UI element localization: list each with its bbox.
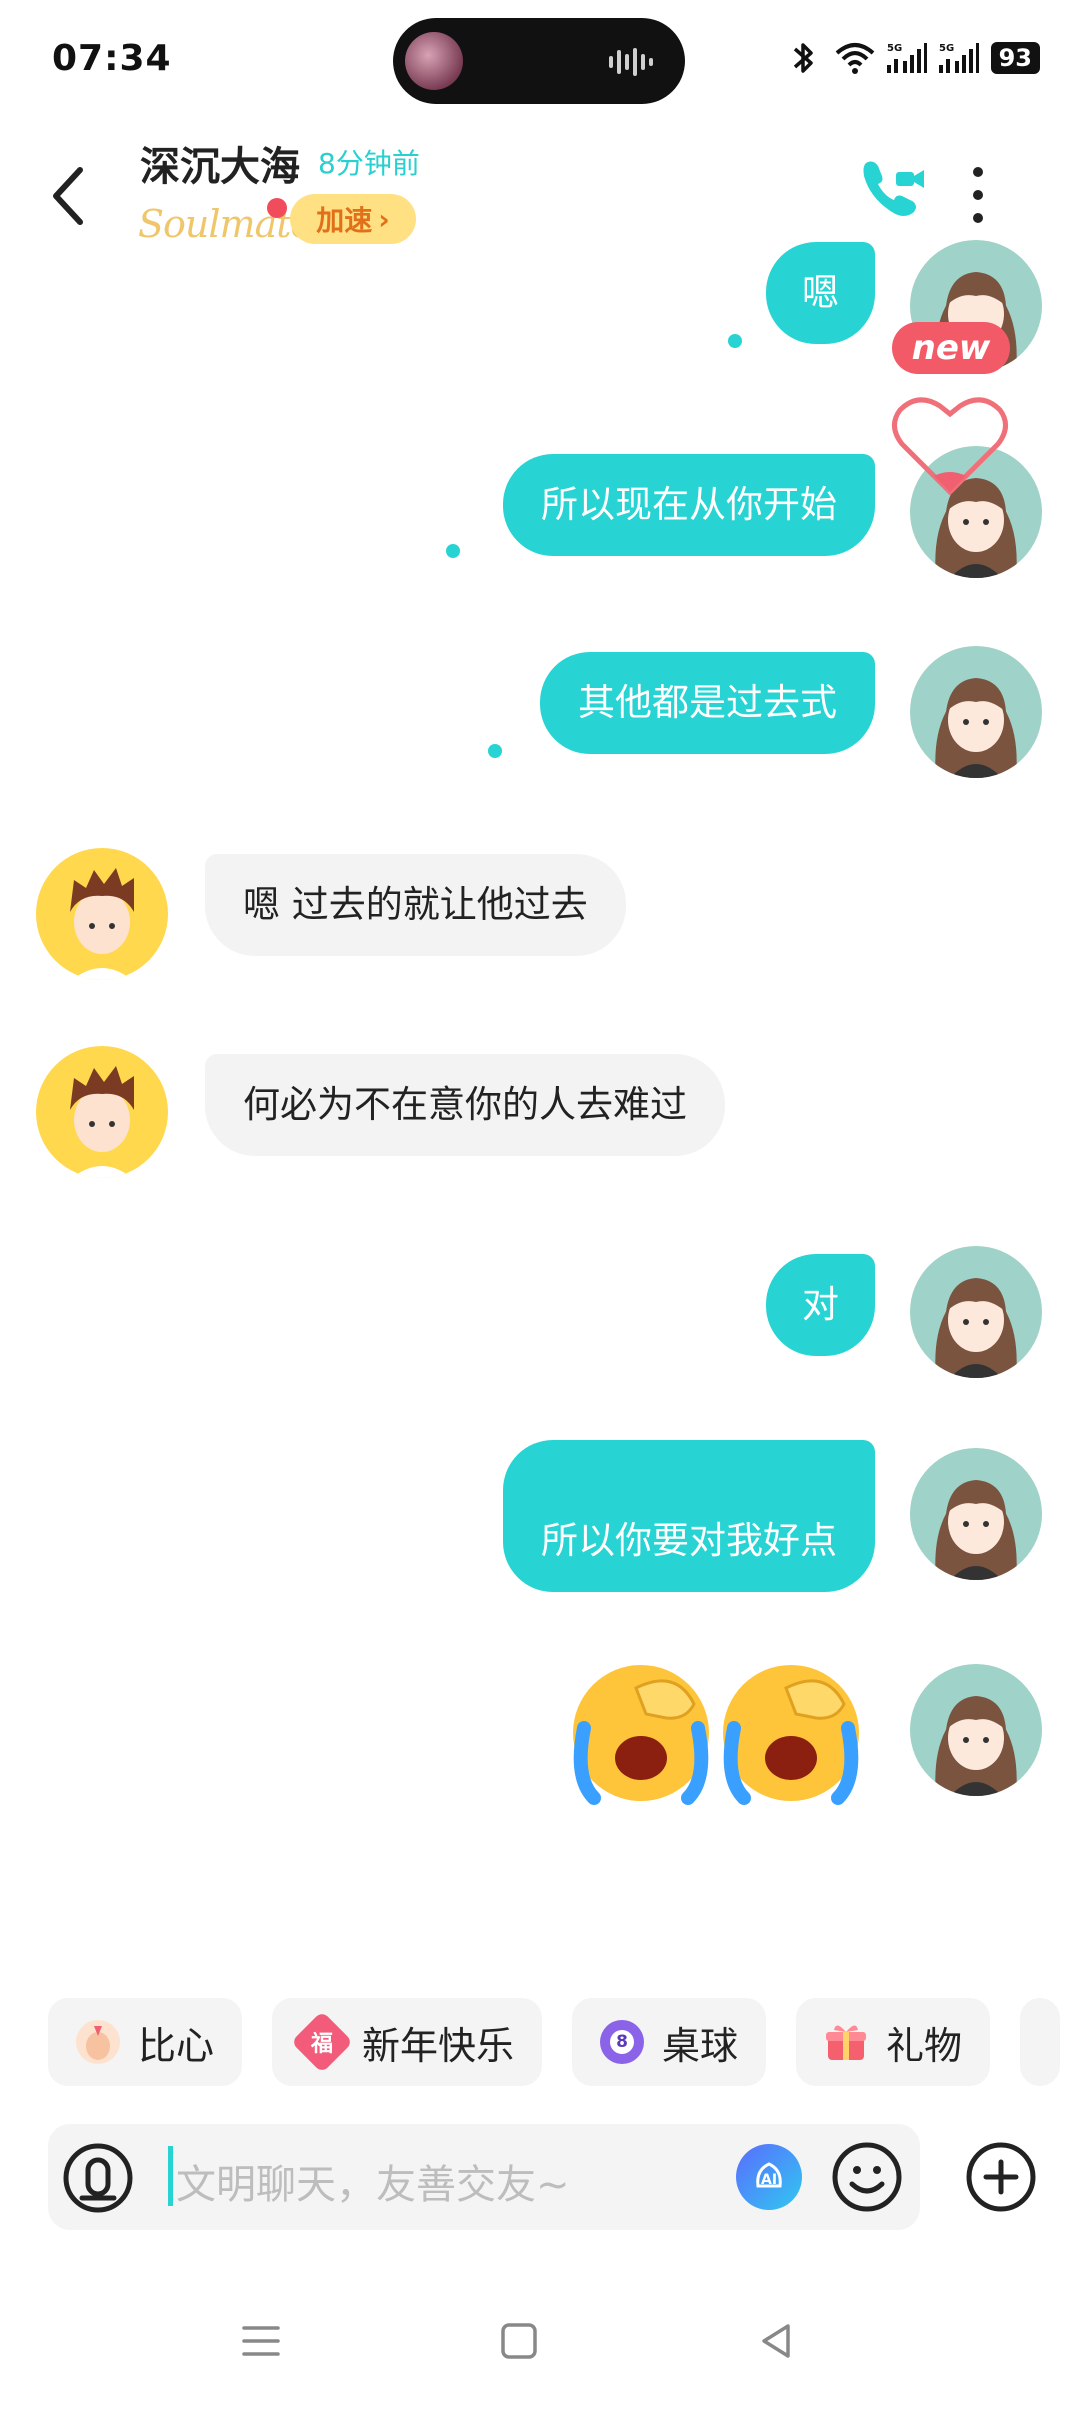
svg-text:5G: 5G — [939, 43, 954, 54]
svg-text:AI: AI — [761, 2172, 777, 2188]
quick-action-more[interactable] — [1020, 1998, 1061, 2086]
back-arrow-icon[interactable] — [44, 160, 96, 232]
message-input-box: 文明聊天，友善交友~ AI — [48, 2124, 920, 2230]
contact-avatar[interactable] — [36, 848, 168, 980]
chat-header: 深沉大海 8分钟前 Soulmate 加速 › — [0, 120, 1080, 270]
quick-action-finger-heart[interactable]: 比心 — [48, 1998, 243, 2086]
girl-avatar-icon — [935, 678, 1017, 778]
notification-dot — [267, 198, 287, 218]
finger-heart-icon — [76, 2020, 120, 2064]
video-call-icon[interactable] — [856, 154, 928, 226]
message-bubble[interactable]: 所以你要对我好点 — [503, 1440, 875, 1592]
add-attachment-icon[interactable] — [964, 2140, 1038, 2214]
bubble-tail — [446, 544, 460, 558]
speed-up-label: 加速 — [316, 204, 373, 237]
island-album-art — [405, 32, 463, 90]
message-row: 对 — [0, 1240, 1080, 1380]
quick-action-label: 礼物 — [886, 2023, 963, 2068]
quick-action-label: 新年快乐 — [362, 2023, 515, 2068]
contact-name[interactable]: 深沉大海 — [140, 134, 300, 192]
my-avatar[interactable] — [910, 646, 1042, 778]
bubble-tail — [488, 744, 502, 758]
message-row — [0, 1650, 1080, 1810]
message-row: 所以你要对我好点 — [0, 1440, 1080, 1600]
message-bubble[interactable]: 其他都是过去式 — [540, 652, 875, 754]
signal-icon: 5G — [886, 43, 927, 73]
new-badge: new — [892, 322, 1010, 374]
my-avatar[interactable] — [910, 1664, 1042, 1796]
girl-avatar-icon — [935, 1480, 1017, 1580]
message-row: 嗯 过去的就让他过去 — [0, 842, 1080, 982]
girl-avatar-icon — [935, 1696, 1017, 1796]
ai-assistant-icon[interactable]: AI — [734, 2142, 804, 2212]
message-bubble[interactable]: 所以现在从你开始 — [503, 454, 875, 556]
message-input[interactable]: 文明聊天，友善交友~ — [176, 2152, 570, 2210]
svg-text:5G: 5G — [887, 43, 902, 54]
my-avatar[interactable] — [910, 1246, 1042, 1378]
bubble-tail — [728, 334, 742, 348]
more-options-icon[interactable] — [960, 160, 996, 230]
contact-avatar[interactable] — [36, 1046, 168, 1178]
back-icon[interactable] — [752, 2316, 802, 2366]
heart-icon — [892, 397, 1008, 496]
bluetooth-icon — [793, 43, 813, 73]
my-avatar[interactable] — [910, 1448, 1042, 1580]
menu-icon[interactable] — [236, 2316, 286, 2366]
boy-avatar-icon — [70, 1066, 134, 1178]
message-row: 何必为不在意你的人去难过 — [0, 1040, 1080, 1180]
audio-wave-icon — [609, 48, 653, 76]
quick-action-label: 比心 — [138, 2023, 215, 2068]
quick-actions-bar: 比心 福 新年快乐 8 桌球 礼物 — [48, 1998, 1080, 2086]
message-bubble[interactable]: 对 — [766, 1254, 875, 1356]
boy-avatar-icon — [70, 868, 134, 980]
message-bubble[interactable]: 嗯 — [766, 242, 875, 344]
crying-face-icon[interactable] — [716, 1658, 866, 1808]
status-bar: 07:34 5G 5G 93 — [0, 0, 1080, 120]
battery-icon: 93 — [990, 42, 1040, 74]
chevron-right-icon: › — [378, 202, 390, 236]
message-row: 其他都是过去式 — [0, 640, 1080, 780]
speed-up-button[interactable]: 加速 › — [290, 194, 416, 244]
quick-action-label: 桌球 — [662, 2023, 739, 2068]
message-bubble[interactable]: 何必为不在意你的人去难过 — [205, 1054, 725, 1156]
status-time: 07:34 — [52, 38, 172, 79]
system-nav-bar — [0, 2290, 1080, 2412]
billiard-ball-icon: 8 — [600, 2020, 645, 2064]
text-cursor — [168, 2146, 173, 2206]
dynamic-island[interactable] — [393, 18, 685, 104]
fu-icon: 福 — [290, 2010, 354, 2074]
quick-action-gift[interactable]: 礼物 — [796, 1998, 991, 2086]
quick-action-billiards[interactable]: 8 桌球 — [572, 1998, 767, 2086]
at-mention-icon[interactable] — [60, 2140, 136, 2216]
gift-icon — [824, 2020, 868, 2064]
wifi-icon — [835, 43, 874, 74]
quick-action-new-year[interactable]: 福 新年快乐 — [272, 1998, 543, 2086]
signal-icon-2: 5G — [938, 43, 979, 73]
message-bubble[interactable]: 嗯 过去的就让他过去 — [205, 854, 626, 956]
emoji-icon[interactable] — [830, 2140, 904, 2214]
girl-avatar-icon — [935, 1278, 1017, 1378]
last-seen-time: 8分钟前 — [318, 147, 420, 180]
home-icon[interactable] — [494, 2316, 544, 2366]
crying-face-icon[interactable] — [566, 1658, 716, 1808]
system-icons: 5G 5G 93 — [783, 40, 1040, 76]
